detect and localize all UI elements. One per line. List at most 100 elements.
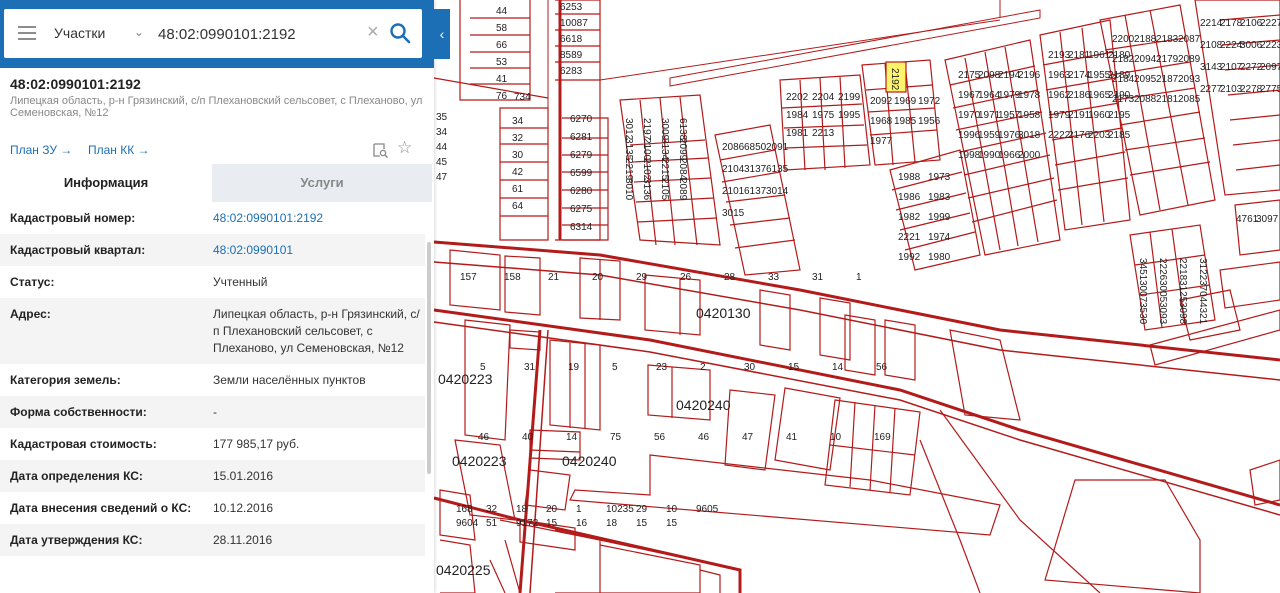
collapse-panel-button[interactable]: ‹ (434, 9, 450, 59)
parcel-label: 1999 (928, 212, 951, 223)
parcel-label: 6253 (560, 2, 583, 13)
parcel-label: 1977 (870, 136, 893, 147)
search-icon[interactable] (389, 22, 411, 44)
parcel-label: 1968 (870, 116, 893, 127)
parcel-label: 2093 (1178, 74, 1201, 85)
parcel-label: 3122 (1197, 258, 1208, 281)
parcel-label: 2089 (1178, 54, 1201, 65)
layer-select[interactable]: Участки (54, 25, 105, 41)
detail-label: Адрес: (10, 307, 51, 321)
parcel-label: 44 (496, 6, 508, 17)
parcel-label: 41 (786, 432, 798, 443)
quarter-label: 0420223 (452, 453, 507, 469)
detail-row: Кадастровая стоимость: 177 985,17 руб. (0, 428, 425, 460)
parcel-label: 2213 (812, 128, 835, 139)
parcel-label: 31 (524, 362, 536, 373)
parcel-label: 6137 (744, 186, 767, 197)
parcel-label: 16 (576, 518, 588, 529)
parcel-label: 2204 (812, 92, 835, 103)
parcel-label: 10 (830, 432, 842, 443)
parcel-label: 14 (832, 362, 844, 373)
parcel-label: 3005 (1157, 280, 1168, 303)
parcel-label: 734 (514, 92, 531, 103)
plan-kk-link[interactable]: План КК → (88, 143, 150, 157)
parcel-label: 1956 (918, 116, 941, 127)
detail-row: Кадастровый квартал: 48:02:0990101 (0, 234, 425, 266)
chevron-down-icon[interactable]: ⌄ (134, 25, 144, 39)
parcel-label: 34 (436, 127, 448, 138)
tab-services[interactable]: Услуги (212, 164, 432, 202)
parcel-label: 33 (768, 272, 780, 283)
parcel-label: 41 (496, 74, 508, 85)
object-address: Липецкая область, р-н Грязинский, с/п Пл… (10, 95, 423, 119)
close-icon[interactable]: × (367, 21, 379, 44)
quarter-label: 0420240 (676, 397, 731, 413)
parcel-label: 2195 (1108, 110, 1131, 121)
search-input[interactable] (158, 23, 363, 45)
parcel-label: 168 (456, 504, 473, 515)
parcel-label: 2097 (1260, 62, 1280, 73)
parcel-label: 2173 (1112, 94, 1135, 105)
detail-row: Категория земель: Земли населённых пункто… (0, 364, 425, 396)
parcel-label: 3093 (1157, 302, 1168, 325)
parcel-label: 58 (496, 23, 508, 34)
star-icon[interactable]: ☆ (397, 138, 412, 158)
plan-zu-link[interactable]: План ЗУ → (10, 143, 72, 157)
parcel-label: 2227 (1260, 18, 1280, 29)
parcel-label: 1972 (918, 96, 941, 107)
parcel-label: 56 (876, 362, 888, 373)
parcel-label: 6618 (560, 34, 583, 45)
scrollbar[interactable] (427, 242, 431, 474)
parcel-label: 10235 (606, 504, 634, 515)
detail-row: Статус: Учтенный (0, 266, 425, 298)
parcel-label: 29 (636, 504, 648, 515)
parcel-label: 56 (654, 432, 666, 443)
detail-value: Учтенный (213, 275, 268, 289)
parcel-label: 3018 (1018, 130, 1041, 141)
detail-label: Дата внесения сведений о КС: (10, 501, 192, 515)
parcel-label: 2183 (1156, 34, 1179, 45)
detail-row: Дата утверждения КС: 28.11.2016 (0, 524, 425, 556)
parcel-label: 15 (546, 518, 558, 529)
parcel-label: 6314 (570, 222, 593, 233)
selected-parcel-label: 2192 (889, 68, 900, 91)
parcel-label: 1 (576, 504, 582, 515)
parcel-label: 46 (698, 432, 710, 443)
parcel-label: 26 (680, 272, 692, 283)
parcel-label: 2095 (1134, 74, 1157, 85)
parcel-label: 3010 (623, 178, 634, 201)
detail-value: - (213, 405, 217, 419)
parcel-label: 61 (512, 184, 524, 195)
parcel-label: 64 (512, 201, 524, 212)
detail-label: Категория земель: (10, 373, 121, 387)
detail-value[interactable]: 48:02:0990101 (213, 242, 423, 259)
detail-row: Адрес: Липецкая область, р-н Грязинский, … (0, 298, 425, 364)
parcel-label: 2000 (1018, 150, 1041, 161)
menu-icon[interactable] (18, 26, 36, 40)
tab-info[interactable]: Информация (0, 164, 212, 202)
quarter-label: 0420240 (562, 453, 617, 469)
parcel-label: 6283 (560, 66, 583, 77)
parcel-label: 34 (512, 116, 524, 127)
parcel-label: 42 (512, 167, 524, 178)
parcel-label: 3530 (1137, 302, 1148, 325)
parcel-label: 44 (436, 142, 448, 153)
parcel-label: 1980 (928, 252, 951, 263)
quarter-label: 0420130 (696, 305, 751, 321)
detail-value: Земли населённых пунктов (213, 373, 366, 387)
detail-value[interactable]: 48:02:0990101:2192 (213, 210, 423, 227)
parcel-label: 2091 (766, 142, 789, 153)
parcel-label: 21 (548, 272, 560, 283)
parcel-label: 23 (656, 362, 668, 373)
parcel-label: 2185 (1108, 130, 1131, 141)
search-bar: Участки ⌄ × (0, 0, 434, 68)
parcel-label: 1973 (928, 172, 951, 183)
parcel-label: 47 (742, 432, 754, 443)
detail-row: Форма собственности: - (0, 396, 425, 428)
parcel-label: 2086 (722, 142, 745, 153)
zoom-to-object-icon[interactable] (372, 142, 388, 158)
parcel-label: 2087 (1178, 34, 1201, 45)
parcel-label: 66 (496, 40, 508, 51)
parcel-label: 40 (522, 432, 534, 443)
parcel-label: 6850 (744, 142, 767, 153)
